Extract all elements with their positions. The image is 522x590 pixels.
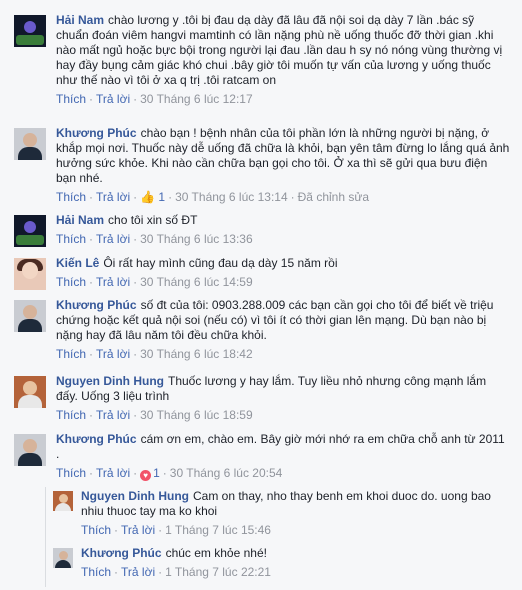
comment-actions: Thích · Trả lời · 30 Tháng 6 lúc 18:59 xyxy=(56,408,253,422)
reply-comment: Nguyen Dinh Hung Cam on thay, nho thay be… xyxy=(53,489,511,538)
like-button[interactable]: Thích xyxy=(56,232,86,246)
like-button[interactable]: Thích xyxy=(81,523,111,537)
comment-text: chúc em khỏe nhé! xyxy=(165,546,267,560)
avatar[interactable] xyxy=(53,548,73,568)
comment-author[interactable]: Hải Nam xyxy=(56,13,104,27)
comment-author[interactable]: Hải Nam xyxy=(56,213,104,227)
avatar[interactable] xyxy=(14,15,46,47)
comment-actions: Thích · Trả lời · 30 Tháng 6 lúc 12:17 xyxy=(56,92,253,106)
comment-thread: Hải Nam chào lương y .tôi bị đau dạ dày đ… xyxy=(0,0,522,590)
reply-button[interactable]: Trả lời xyxy=(96,232,130,246)
comment: Nguyen Dinh Hung Thuốc lương y hay lắm. T… xyxy=(14,374,510,423)
comment-author[interactable]: Nguyen Dinh Hung xyxy=(81,489,189,503)
comment-author[interactable]: Khương Phúc xyxy=(56,432,137,446)
timestamp[interactable]: 30 Tháng 6 lúc 14:59 xyxy=(140,275,253,289)
comment: Hải Nam chào lương y .tôi bị đau dạ dày đ… xyxy=(14,13,510,107)
comment-author[interactable]: Khương Phúc xyxy=(81,546,162,560)
reply-button[interactable]: Trả lời xyxy=(96,92,130,106)
timestamp[interactable]: 1 Tháng 7 lúc 15:46 xyxy=(165,523,271,537)
avatar[interactable] xyxy=(14,258,46,290)
avatar[interactable] xyxy=(14,376,46,408)
timestamp[interactable]: 30 Tháng 6 lúc 20:54 xyxy=(170,466,283,480)
reply-thread-line xyxy=(45,487,46,587)
reply-button[interactable]: Trả lời xyxy=(121,565,155,579)
comment: Hải Nam cho tôi xin số ĐT Thích · Trả lời · 3… xyxy=(14,213,510,247)
timestamp[interactable]: 30 Tháng 6 lúc 12:17 xyxy=(140,92,253,106)
comment-actions: Thích · Trả lời · 1 Tháng 7 lúc 22:21 xyxy=(81,565,271,579)
comment-text: Ôi rất hay mình cũng đau dạ dày 15 năm r… xyxy=(103,256,338,270)
comment-actions: Thích · Trả lời · 30 Tháng 6 lúc 14:59 xyxy=(56,275,253,289)
like-button[interactable]: Thích xyxy=(56,408,86,422)
like-button[interactable]: Thích xyxy=(56,92,86,106)
timestamp[interactable]: 30 Tháng 6 lúc 18:59 xyxy=(140,408,253,422)
timestamp[interactable]: 30 Tháng 6 lúc 18:42 xyxy=(140,347,253,361)
comment: Khương Phúc chào bạn ! bệnh nhân của tôi … xyxy=(14,126,510,205)
like-button[interactable]: Thích xyxy=(56,275,86,289)
avatar[interactable] xyxy=(53,491,73,511)
comment: Kiến Lê Ôi rất hay mình cũng đau dạ dày 1… xyxy=(14,256,510,290)
reply-button[interactable]: Trả lời xyxy=(96,347,130,361)
reply-comment: Khương Phúc chúc em khỏe nhé! Thích · Trả l… xyxy=(53,546,511,580)
comment-text: cho tôi xin số ĐT xyxy=(108,213,198,227)
reply-button[interactable]: Trả lời xyxy=(96,190,130,204)
comment-author[interactable]: Nguyen Dinh Hung xyxy=(56,374,164,388)
heart-reaction-icon[interactable]: ♥ xyxy=(140,470,152,481)
like-button[interactable]: Thích xyxy=(56,190,86,204)
like-count-icon[interactable]: 👍 xyxy=(140,190,155,204)
comment: Khương Phúc số đt của tôi: 0903.288.009 c… xyxy=(14,298,510,362)
reply-button[interactable]: Trả lời xyxy=(121,523,155,537)
avatar[interactable] xyxy=(14,300,46,332)
comment-actions: Thích · Trả lời · ♥ 1 · 30 Tháng 6 lúc 20:54 xyxy=(56,466,283,481)
reply-button[interactable]: Trả lời xyxy=(96,408,130,422)
comment-actions: Thích · Trả lời · 1 Tháng 7 lúc 15:46 xyxy=(81,523,271,537)
edited-label[interactable]: Đã chỉnh sửa xyxy=(298,190,369,204)
avatar[interactable] xyxy=(14,434,46,466)
avatar[interactable] xyxy=(14,128,46,160)
comment-author[interactable]: Khương Phúc xyxy=(56,298,137,312)
reply-button[interactable]: Trả lời xyxy=(96,275,130,289)
timestamp[interactable]: 30 Tháng 6 lúc 13:36 xyxy=(140,232,253,246)
reply-button[interactable]: Trả lời xyxy=(96,466,130,480)
timestamp[interactable]: 1 Tháng 7 lúc 22:21 xyxy=(165,565,271,579)
timestamp[interactable]: 30 Tháng 6 lúc 13:14 xyxy=(175,190,288,204)
like-count[interactable]: 1 xyxy=(153,466,160,480)
comment-author[interactable]: Khương Phúc xyxy=(56,126,137,140)
like-count[interactable]: 1 xyxy=(158,190,165,204)
comment: Khương Phúc cám ơn em, chào em. Bây giờ m… xyxy=(14,432,510,481)
comment-actions: Thích · Trả lời · 👍 1 · 30 Tháng 6 lúc 13:14 · Đ… xyxy=(56,190,370,204)
comment-author[interactable]: Kiến Lê xyxy=(56,256,99,270)
comment-actions: Thích · Trả lời · 30 Tháng 6 lúc 13:36 xyxy=(56,232,253,246)
avatar[interactable] xyxy=(14,215,46,247)
comment-text: chào lương y .tôi bị đau dạ dày đã lâu đ… xyxy=(56,13,503,87)
comment-actions: Thích · Trả lời · 30 Tháng 6 lúc 18:42 xyxy=(56,347,253,361)
like-button[interactable]: Thích xyxy=(81,565,111,579)
like-button[interactable]: Thích xyxy=(56,466,86,480)
like-button[interactable]: Thích xyxy=(56,347,86,361)
